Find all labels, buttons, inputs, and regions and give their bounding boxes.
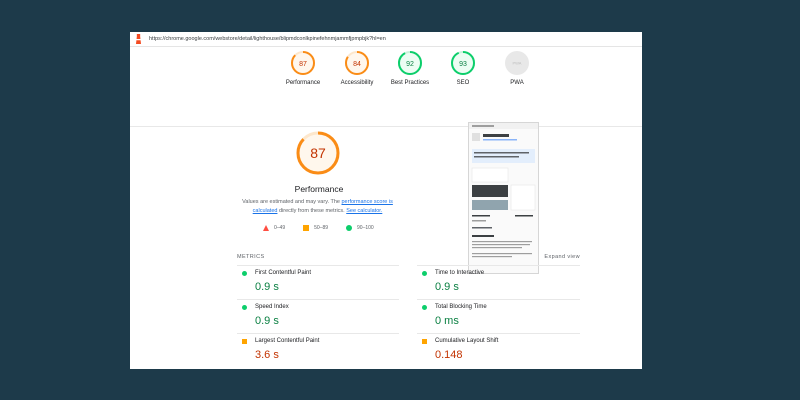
hero-title: Performance — [294, 184, 344, 194]
pwa-badge-text: PWA — [513, 61, 522, 66]
good-status-icon — [422, 271, 427, 276]
gauge-pwa[interactable]: PWA PWA — [487, 50, 547, 86]
see-calculator-link[interactable]: See calculator. — [346, 208, 382, 214]
gauge-score: 87 — [299, 61, 307, 68]
legend-label: 0–49 — [274, 225, 286, 231]
metric-total-blocking-time: Total Blocking Time 0 ms — [417, 299, 580, 333]
average-status-icon — [242, 339, 247, 344]
legend-average: 50–89 — [303, 225, 328, 231]
metric-name: Speed Index — [255, 304, 289, 310]
metric-cumulative-layout-shift: Cumulative Layout Shift 0.148 — [417, 333, 580, 367]
performance-hero-gauge: 87 — [296, 131, 340, 175]
legend-label: 50–89 — [314, 225, 329, 231]
metrics-title: METRICS — [237, 254, 265, 260]
lighthouse-report-window: https://chrome.google.com/webstore/detai… — [130, 32, 642, 369]
address-bar[interactable]: https://chrome.google.com/webstore/detai… — [130, 32, 642, 47]
hero-score: 87 — [310, 145, 326, 161]
expand-view-toggle[interactable]: Expand view — [544, 254, 580, 260]
square-icon — [303, 225, 310, 231]
category-gauges: 87 Performance 84 Accessibility 92 Best … — [130, 50, 642, 112]
best-practices-gauge-ring: 92 — [398, 51, 422, 75]
metric-time-to-interactive: Time to Interactive 0.9 s — [417, 265, 580, 299]
gauge-score: 84 — [353, 61, 361, 68]
circle-icon — [346, 225, 353, 231]
legend-fail: 0–49 — [263, 225, 285, 231]
gauge-best-practices[interactable]: 92 Best Practices — [380, 50, 440, 86]
metric-value: 3.6 s — [255, 349, 279, 361]
pwa-gauge-ring: PWA — [505, 51, 529, 75]
metric-name: Largest Contentful Paint — [255, 338, 320, 344]
lighthouse-logo-icon — [136, 34, 141, 44]
accessibility-gauge-ring: 84 — [345, 51, 369, 75]
legend-label: 90–100 — [357, 225, 374, 231]
good-status-icon — [242, 271, 247, 276]
gauge-performance[interactable]: 87 Performance — [273, 50, 333, 86]
url-text[interactable]: https://chrome.google.com/webstore/detai… — [149, 36, 386, 42]
metric-name: Total Blocking Time — [435, 304, 487, 310]
gauge-accessibility[interactable]: 84 Accessibility — [327, 50, 387, 86]
metric-value: 0.9 s — [255, 281, 279, 293]
good-status-icon — [242, 305, 247, 310]
gauge-label: Performance — [285, 80, 321, 86]
legend-pass: 90–100 — [346, 225, 374, 231]
triangle-icon — [263, 225, 269, 231]
section-divider — [130, 126, 642, 127]
metric-first-contentful-paint: First Contentful Paint 0.9 s — [237, 265, 399, 299]
metrics-header: METRICS Expand view — [237, 254, 580, 260]
seo-gauge-ring: 93 — [451, 51, 475, 75]
gauge-score: 92 — [406, 61, 414, 68]
metric-name: Time to Interactive — [435, 270, 485, 276]
good-status-icon — [422, 305, 427, 310]
gauge-label: Best Practices — [390, 80, 430, 86]
hero-description: Values are estimated and may vary. The p… — [235, 198, 400, 216]
metric-name: Cumulative Layout Shift — [435, 338, 499, 344]
gauge-label: SEO — [456, 80, 470, 86]
gauge-score: 93 — [459, 61, 467, 68]
screenshot-image — [469, 123, 538, 258]
desc-text: Values are estimated and may vary. The — [242, 199, 342, 205]
performance-gauge-ring: 87 — [291, 51, 315, 75]
metric-value: 0 ms — [435, 315, 459, 327]
metric-value: 0.148 — [435, 349, 463, 361]
metric-largest-contentful-paint: Largest Contentful Paint 3.6 s — [237, 333, 399, 367]
page-screenshot-thumbnail — [468, 122, 539, 274]
metric-name: First Contentful Paint — [255, 270, 312, 276]
metric-value: 0.9 s — [435, 281, 459, 293]
score-legend: 0–49 50–89 90–100 — [263, 225, 374, 231]
gauge-seo[interactable]: 93 SEO — [433, 50, 493, 86]
desc-text: directly from these metrics. — [277, 208, 347, 214]
gauge-label: PWA — [510, 80, 524, 86]
metric-speed-index: Speed Index 0.9 s — [237, 299, 399, 333]
average-status-icon — [422, 339, 427, 344]
metric-value: 0.9 s — [255, 315, 279, 327]
gauge-label: Accessibility — [340, 80, 374, 86]
